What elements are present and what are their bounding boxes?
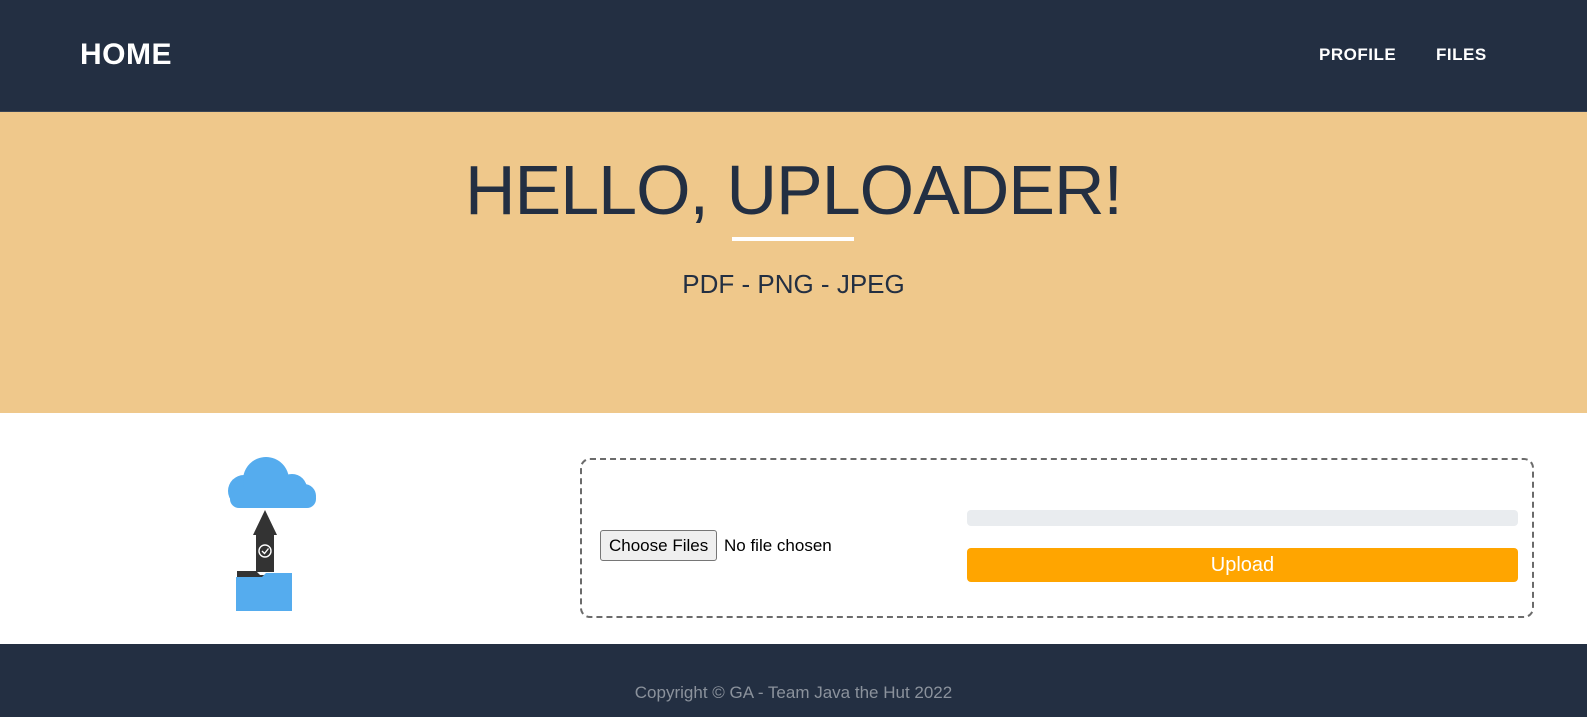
accepted-formats: PDF - PNG - JPEG (682, 269, 905, 299)
footer: Copyright © GA - Team Java the Hut 2022 (0, 644, 1587, 717)
arrow-up-icon (253, 510, 277, 572)
cloud-upload-folder-icon (218, 453, 322, 613)
folder-icon (236, 571, 292, 611)
title-divider (732, 237, 854, 241)
upload-dropzone[interactable]: Choose Files No file chosen Upload (580, 458, 1534, 618)
upload-section: Choose Files No file chosen Upload (0, 413, 1587, 644)
cloud-icon (228, 457, 316, 508)
home-link[interactable]: HOME (80, 38, 172, 72)
page-title: HELLO, UPLOADER! (465, 151, 1123, 229)
upload-progress-bar (967, 510, 1518, 526)
profile-link[interactable]: PROFILE (1319, 45, 1396, 65)
choose-files-button[interactable]: Choose Files (600, 530, 718, 561)
file-status-text: No file chosen (724, 536, 832, 555)
copyright-text: Copyright © GA - Team Java the Hut 2022 (634, 683, 953, 702)
upload-button[interactable]: Upload (967, 548, 1518, 582)
files-link[interactable]: FILES (1436, 45, 1487, 65)
hero-banner: HELLO, UPLOADER! PDF - PNG - JPEG (0, 112, 1587, 413)
navbar: HOME PROFILE FILES (0, 0, 1587, 112)
